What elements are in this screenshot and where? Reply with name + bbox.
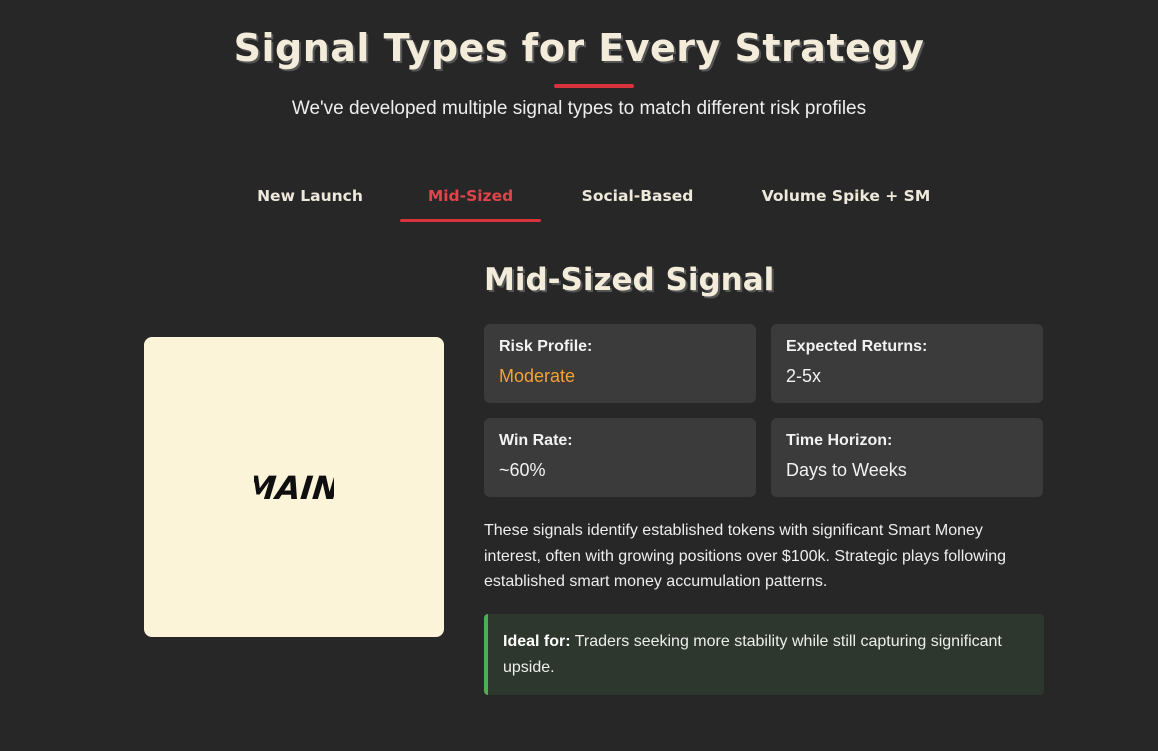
section-heading: Signal Types for Every Strategy (233, 26, 925, 70)
stat-label: Win Rate: (499, 432, 573, 449)
stat-label: Time Horizon: (786, 432, 893, 449)
tab-new-launch[interactable]: New Launch (253, 182, 367, 222)
tab-volume-spike-sm[interactable]: Volume Spike + SM (757, 182, 935, 222)
signal-tabs: New Launch Mid-Sized Social-Based Volume… (0, 182, 1158, 224)
signal-description: These signals identify established token… (484, 522, 1007, 590)
heading-underline (554, 84, 634, 88)
stat-expected-returns: Expected Returns: 2-5x (771, 324, 1043, 403)
ideal-for-text: Traders seeking more stability while sti… (503, 633, 1002, 676)
stat-value: ~60% (499, 460, 546, 480)
stat-win-rate: Win Rate: ~60% (484, 418, 756, 497)
stat-label: Expected Returns: (786, 338, 928, 355)
main-logo-text: MAIN (254, 469, 334, 507)
tab-social-based[interactable]: Social-Based (574, 182, 701, 222)
signal-types-section: Signal Types for Every Strategy We've de… (0, 0, 1158, 751)
tab-mid-sized[interactable]: Mid-Sized (400, 182, 541, 222)
stat-value: 2-5x (786, 366, 822, 386)
stat-label: Risk Profile: (499, 338, 593, 355)
ideal-for-label: Ideal for: (503, 633, 571, 650)
signal-image: MAIN (144, 337, 444, 637)
main-logo: MAIN (254, 469, 334, 507)
stat-value: Days to Weeks (786, 460, 907, 480)
stat-value: Moderate (499, 366, 576, 386)
stat-risk-profile: Risk Profile: Moderate (484, 324, 756, 403)
ideal-for-callout: Ideal for: Traders seeking more stabilit… (484, 614, 1044, 695)
stat-time-horizon: Time Horizon: Days to Weeks (771, 418, 1043, 497)
signal-title: Mid-Sized Signal (484, 262, 775, 298)
section-subtitle: We've developed multiple signal types to… (291, 98, 867, 119)
